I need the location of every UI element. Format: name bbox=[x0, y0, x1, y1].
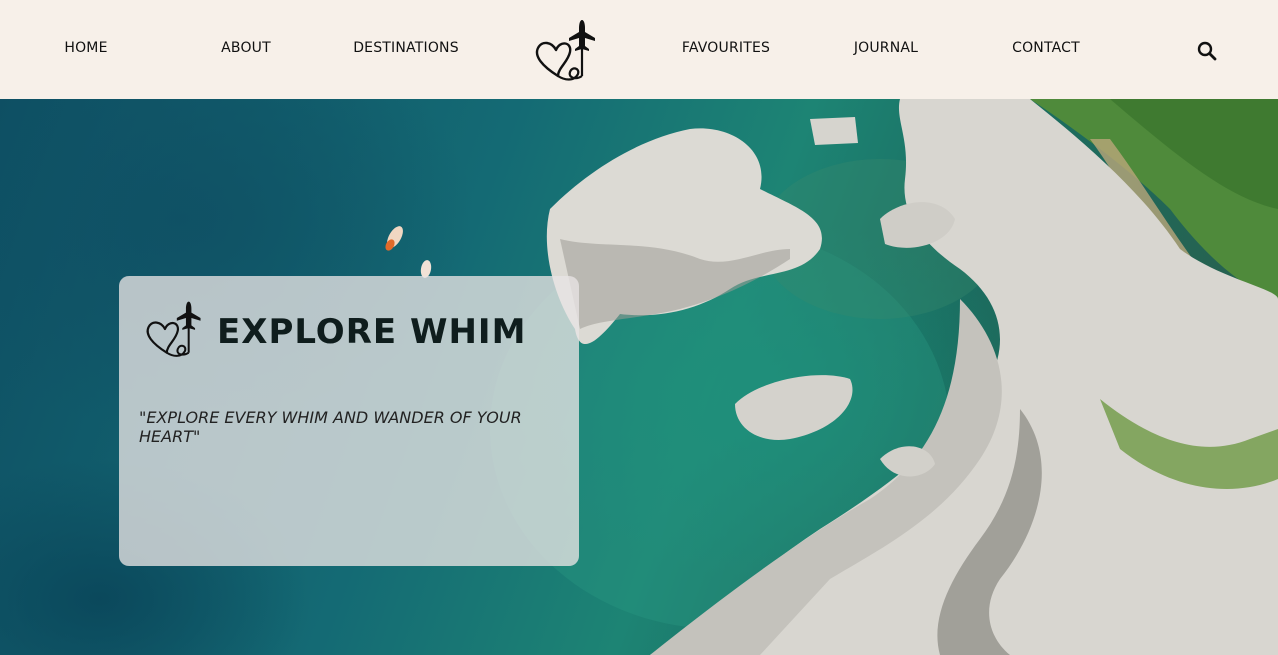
nav-destinations-link[interactable]: DESTINATIONS bbox=[331, 40, 481, 56]
heart-airplane-logo-icon bbox=[143, 298, 207, 360]
nav-contact-link[interactable]: CONTACT bbox=[971, 40, 1121, 56]
nav-home-link[interactable]: HOME bbox=[11, 40, 161, 56]
nav-about-link[interactable]: ABOUT bbox=[171, 40, 321, 56]
hero-coastline-image: EXPLORE WHIM "EXPLORE EVERY WHIM AND WAN… bbox=[0, 99, 1278, 655]
heart-airplane-logo-icon[interactable] bbox=[532, 16, 602, 84]
search-icon[interactable] bbox=[1196, 40, 1218, 62]
hero-card: EXPLORE WHIM "EXPLORE EVERY WHIM AND WAN… bbox=[119, 276, 579, 566]
top-navigation: HOME ABOUT DESTINATIONS FAVOURITES JOURN… bbox=[0, 0, 1278, 99]
hero-tagline: "EXPLORE EVERY WHIM AND WANDER OF YOUR H… bbox=[139, 408, 522, 446]
hero-title: EXPLORE WHIM bbox=[217, 312, 527, 352]
nav-favourites-link[interactable]: FAVOURITES bbox=[651, 40, 801, 56]
nav-journal-link[interactable]: JOURNAL bbox=[811, 40, 961, 56]
